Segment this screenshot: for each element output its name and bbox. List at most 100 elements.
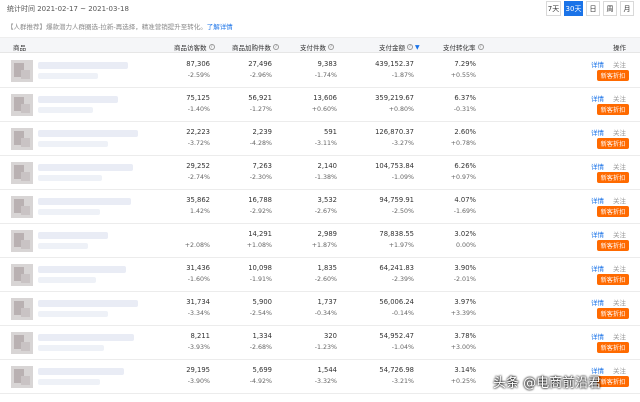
product-title-blurred — [38, 198, 131, 205]
follow-link[interactable]: 关注 — [613, 93, 626, 103]
product-thumbnail[interactable] — [11, 162, 33, 184]
cell-conv: 4.07% — [454, 196, 476, 204]
cell-conv-change: -0.31% — [453, 106, 476, 113]
cell-amount: 64,241.83 — [379, 264, 414, 272]
detail-link[interactable]: 详情 — [591, 59, 604, 69]
new-customer-discount-button[interactable]: 新客折扣 — [597, 240, 629, 251]
product-title-blurred — [38, 368, 124, 375]
cell-conv: 2.60% — [454, 128, 476, 136]
cell-conv-change: +3.00% — [450, 344, 476, 351]
stat-time-label: 统计时间 2021-02-17 ~ 2021-03-18 — [7, 5, 129, 13]
table-row[interactable]: 29,252 -2.74% 7,263 -2.30% 2,140 -1.38% 104,75… — [0, 156, 640, 190]
product-title-blurred — [38, 334, 134, 341]
follow-link[interactable]: 关注 — [613, 331, 626, 341]
table-row[interactable]: +2.08% 14,291 +1.08% 2,989 +1.87% 78,838.55 +1… — [0, 224, 640, 258]
product-thumbnail[interactable] — [11, 94, 33, 116]
detail-link[interactable]: 详情 — [591, 195, 604, 205]
product-thumbnail[interactable] — [11, 366, 33, 388]
product-thumbnail[interactable] — [11, 332, 33, 354]
col-header-actions: 操作 — [613, 44, 626, 52]
follow-link[interactable]: 关注 — [613, 127, 626, 137]
col-header-paid-items[interactable]: 支付件数? — [300, 42, 334, 52]
cell-visitors-change: 1.42% — [189, 208, 210, 215]
detail-link[interactable]: 详情 — [591, 229, 604, 239]
range-7day-button[interactable]: 7天 — [546, 1, 561, 16]
table-row[interactable]: 31,734 -3.34% 5,900 -2.54% 1,737 -0.34% 56,006… — [0, 292, 640, 326]
table-row[interactable]: 75,125 -1.40% 56,921 -1.27% 13,606 +0.60% 359,… — [0, 88, 640, 122]
detail-link[interactable]: 详情 — [591, 93, 604, 103]
follow-link[interactable]: 关注 — [613, 365, 626, 375]
cell-paid_items-change: -1.38% — [314, 174, 337, 181]
cell-paid_items-change: -3.32% — [314, 378, 337, 385]
help-icon: ? — [328, 44, 334, 50]
detail-link[interactable]: 详情 — [591, 263, 604, 273]
cell-visitors-change: +2.08% — [184, 242, 210, 249]
follow-link[interactable]: 关注 — [613, 297, 626, 307]
follow-link[interactable]: 关注 — [613, 195, 626, 205]
new-customer-discount-button[interactable]: 新客折扣 — [597, 376, 629, 387]
new-customer-discount-button[interactable]: 新客折扣 — [597, 206, 629, 217]
product-thumbnail[interactable] — [11, 264, 33, 286]
cell-cart: 5,699 — [252, 366, 272, 374]
product-thumbnail[interactable] — [11, 230, 33, 252]
new-customer-discount-button[interactable]: 新客折扣 — [597, 308, 629, 319]
product-title-blurred — [38, 266, 126, 273]
product-thumbnail[interactable] — [11, 60, 33, 82]
new-customer-discount-button[interactable]: 新客折扣 — [597, 342, 629, 353]
table-row[interactable]: 87,306 -2.59% 27,496 -2.96% 9,383 -1.74% 439,1… — [0, 54, 640, 88]
cell-conv: 7.29% — [454, 60, 476, 68]
cell-paid_items: 13,606 — [313, 94, 337, 102]
cell-conv: 6.26% — [454, 162, 476, 170]
product-thumbnail[interactable] — [11, 196, 33, 218]
detail-link[interactable]: 详情 — [591, 331, 604, 341]
product-subtitle-blurred — [38, 107, 93, 113]
cell-amount: 54,952.47 — [379, 332, 414, 340]
range-day-button[interactable]: 日 — [586, 1, 600, 16]
cell-paid_items-change: +1.87% — [311, 242, 337, 249]
new-customer-discount-button[interactable]: 新客折扣 — [597, 172, 629, 183]
cell-conv: 3.97% — [454, 298, 476, 306]
detail-link[interactable]: 详情 — [591, 127, 604, 137]
range-month-button[interactable]: 月 — [620, 1, 634, 16]
new-customer-discount-button[interactable]: 新客折扣 — [597, 70, 629, 81]
sort-desc-icon[interactable]: ▼ — [415, 44, 420, 51]
col-header-visitors[interactable]: 商品访客数? — [174, 42, 215, 52]
cell-cart: 1,334 — [252, 332, 272, 340]
new-customer-discount-button[interactable]: 新客折扣 — [597, 274, 629, 285]
cell-visitors-change: -3.72% — [187, 140, 210, 147]
product-title-blurred — [38, 62, 128, 69]
cell-cart-change: -2.96% — [249, 72, 272, 79]
new-customer-discount-button[interactable]: 新客折扣 — [597, 104, 629, 115]
cell-cart: 16,788 — [248, 196, 272, 204]
cell-cart-change: -1.91% — [249, 276, 272, 283]
cell-paid_items-change: -0.34% — [314, 310, 337, 317]
notice-learn-more-link[interactable]: 了解详情 — [207, 23, 233, 31]
product-thumbnail[interactable] — [11, 298, 33, 320]
follow-link[interactable]: 关注 — [613, 161, 626, 171]
follow-link[interactable]: 关注 — [613, 59, 626, 69]
cell-cart-change: -2.92% — [249, 208, 272, 215]
table-row[interactable]: 31,436 -1.60% 10,098 -1.91% 1,835 -2.60% 64,24… — [0, 258, 640, 292]
help-icon: ? — [407, 44, 413, 50]
col-header-conversion[interactable]: 支付转化率? — [443, 42, 484, 52]
detail-link[interactable]: 详情 — [591, 297, 604, 307]
date-range-selector: 7天 30天 日 周 月 — [543, 1, 634, 16]
follow-link[interactable]: 关注 — [613, 263, 626, 273]
cell-visitors: 22,223 — [186, 128, 210, 136]
follow-link[interactable]: 关注 — [613, 229, 626, 239]
table-row[interactable]: 35,862 1.42% 16,788 -2.92% 3,532 -2.67% 94,759… — [0, 190, 640, 224]
watermark: 头条 @电商前沿君 — [493, 376, 602, 391]
range-week-button[interactable]: 周 — [603, 1, 617, 16]
cell-amount-change: +0.80% — [388, 106, 414, 113]
table-row[interactable]: 8,211 -3.93% 1,334 -2.68% 320 -1.23% 54,952.47… — [0, 326, 640, 360]
range-30day-button[interactable]: 30天 — [564, 1, 583, 16]
col-header-paid-amount[interactable]: 支付金额? ▼ — [379, 42, 420, 53]
new-customer-discount-button[interactable]: 新客折扣 — [597, 138, 629, 149]
table-row[interactable]: 22,223 -3.72% 2,239 -4.28% 591 -3.11% 126,870.… — [0, 122, 640, 156]
product-title-blurred — [38, 232, 108, 239]
detail-link[interactable]: 详情 — [591, 161, 604, 171]
product-thumbnail[interactable] — [11, 128, 33, 150]
cell-cart: 27,496 — [248, 60, 272, 68]
col-header-cart-items[interactable]: 商品加购件数? — [232, 42, 279, 52]
cell-paid_items-change: -1.74% — [314, 72, 337, 79]
